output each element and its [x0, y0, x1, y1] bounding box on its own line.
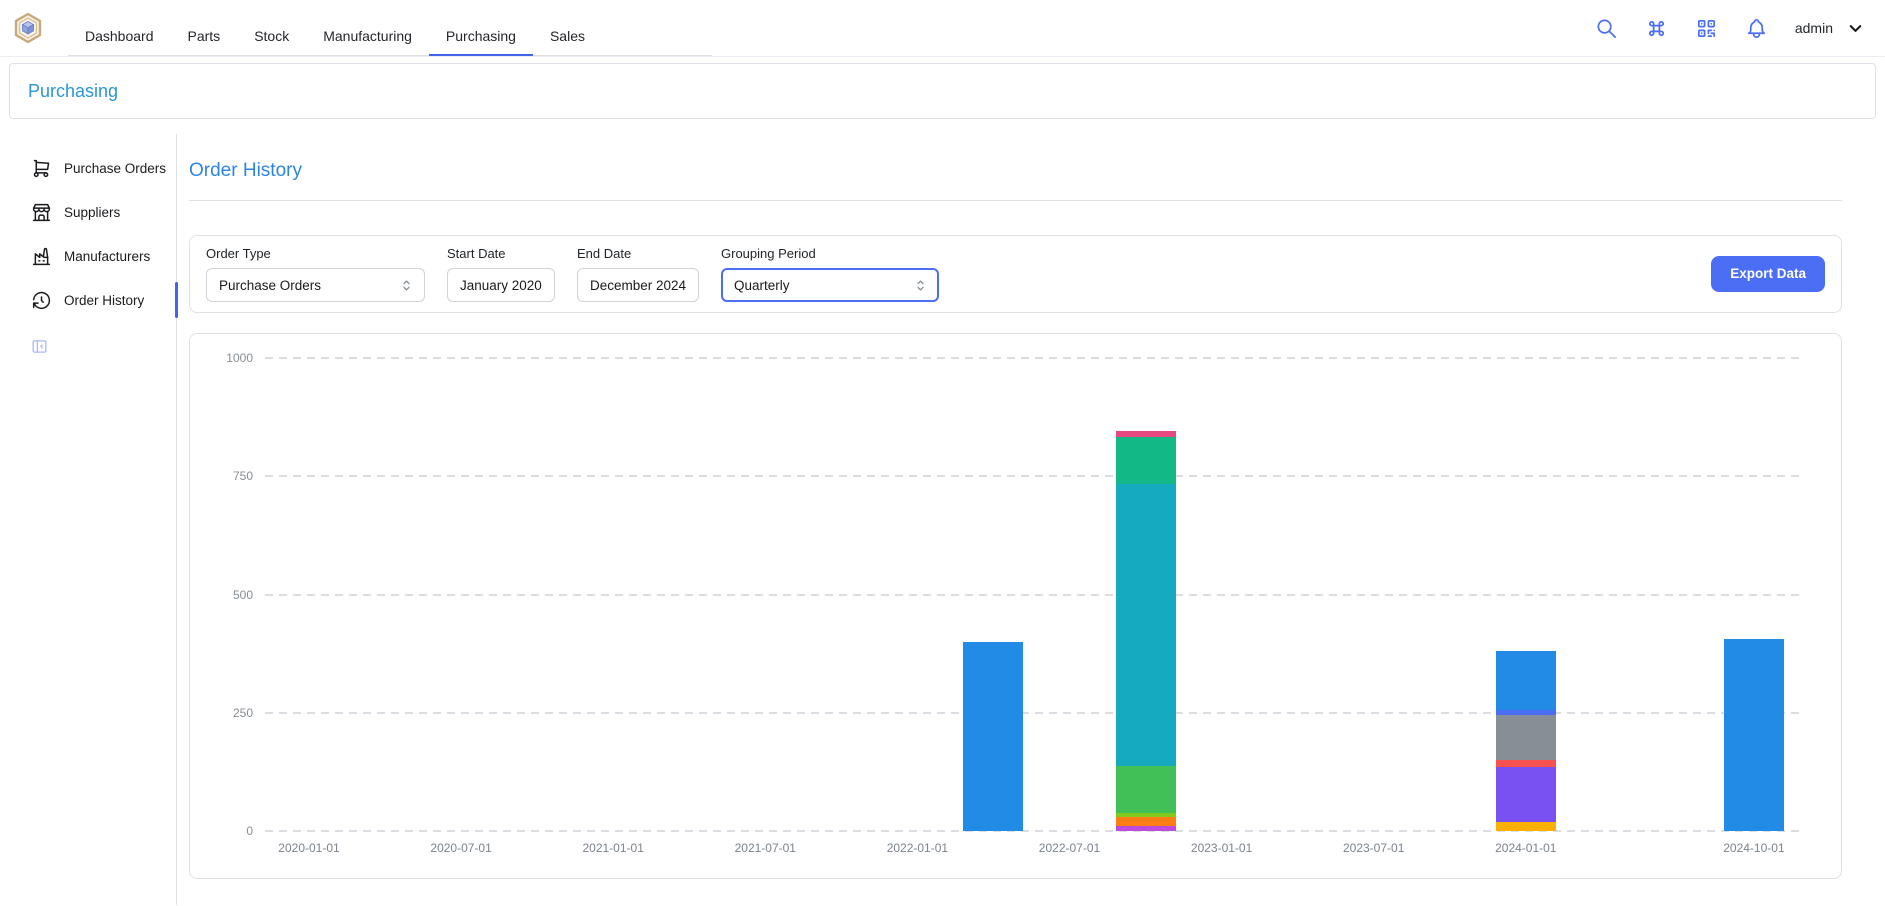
- sidebar-item-order-history[interactable]: Order History: [0, 278, 176, 322]
- bar-segment-2022-10-01-4: [1116, 484, 1176, 765]
- user-menu[interactable]: admin: [1795, 19, 1865, 38]
- bar-segment-2022-10-01-3: [1116, 766, 1176, 813]
- filter-grouping-period: Grouping Period Quarterly: [721, 246, 939, 302]
- start-date-input[interactable]: January 2020: [447, 268, 555, 302]
- bar-segment-2022-10-01-5: [1116, 437, 1176, 484]
- tab-parts[interactable]: Parts: [171, 15, 238, 55]
- main-content: Order History Order Type Purchase Orders…: [177, 134, 1885, 905]
- tab-manufacturing[interactable]: Manufacturing: [306, 15, 429, 55]
- tab-dashboard[interactable]: Dashboard: [68, 15, 171, 55]
- y-tick-label-750: 750: [195, 468, 253, 484]
- order-history-chart-plot: 025050075010002020-01-012020-07-012021-0…: [265, 358, 1803, 831]
- nav-tabs: DashboardPartsStockManufacturingPurchasi…: [68, 15, 712, 56]
- building-store-icon: [31, 202, 52, 223]
- x-tick-label-2024-01-01: 2024-01-01: [1476, 841, 1576, 855]
- sidebar-item-label: Manufacturers: [64, 249, 150, 264]
- x-tick-label-2022-07-01: 2022-07-01: [1020, 841, 1120, 855]
- qrcode-scan-icon[interactable]: [1695, 17, 1718, 40]
- page-title[interactable]: Purchasing: [28, 81, 118, 102]
- filter-order-type: Order Type Purchase Orders: [206, 246, 425, 302]
- top-navbar: DashboardPartsStockManufacturingPurchasi…: [0, 0, 1885, 57]
- stacked-bar-2022-10-01[interactable]: [1116, 431, 1176, 831]
- bar-segment-2024-01-01-0: [1496, 822, 1556, 831]
- section-title: Order History: [189, 160, 1842, 182]
- x-tick-label-2023-01-01: 2023-01-01: [1172, 841, 1272, 855]
- sidebar-item-manufacturers[interactable]: Manufacturers: [0, 234, 176, 278]
- stacked-bar-2024-01-01[interactable]: [1496, 651, 1556, 831]
- select-chevrons-icon: [913, 278, 928, 293]
- bar-segment-2024-10-01-0: [1724, 639, 1784, 831]
- x-tick-label-2023-07-01: 2023-07-01: [1324, 841, 1424, 855]
- navbar-actions: admin: [1595, 17, 1865, 40]
- order-type-select[interactable]: Purchase Orders: [206, 268, 425, 302]
- x-tick-label-2024-10-01: 2024-10-01: [1704, 841, 1804, 855]
- sidebar: Purchase Orders Suppliers Manufacturers Ord…: [0, 134, 177, 905]
- y-tick-label-250: 250: [195, 705, 253, 721]
- bar-segment-2022-10-01-1: [1116, 817, 1176, 826]
- end-date-value: December 2024: [590, 278, 686, 293]
- bar-segment-2022-10-01-0: [1116, 826, 1176, 831]
- tab-stock[interactable]: Stock: [237, 15, 306, 55]
- bar-segment-2024-01-01-2: [1496, 760, 1556, 767]
- filter-start-date: Start Date January 2020: [447, 246, 555, 302]
- order-history-chart-panel: 0 250 500 750 1000 2020-01-01 2020-07-01 2021-0…: [189, 333, 1842, 879]
- inventree-logo-icon[interactable]: [12, 12, 44, 44]
- end-date-label: End Date: [577, 246, 699, 261]
- sidebar-item-label: Suppliers: [64, 205, 120, 220]
- x-tick-label-2021-07-01: 2021-07-01: [715, 841, 815, 855]
- grouping-period-value: Quarterly: [734, 278, 790, 293]
- x-tick-label-2022-01-01: 2022-01-01: [867, 841, 967, 855]
- y-tick-label-0: 0: [195, 823, 253, 839]
- y-tick-label-500: 500: [195, 587, 253, 603]
- bar-segment-2024-01-01-1: [1496, 767, 1556, 821]
- bar-segment-2024-01-01-3: [1496, 715, 1556, 760]
- start-date-label: Start Date: [447, 246, 555, 261]
- divider: [189, 200, 1842, 201]
- sidebar-item-label: Order History: [64, 293, 144, 308]
- stacked-bar-2024-10-01[interactable]: [1724, 639, 1784, 831]
- gridline-y-500: [265, 594, 1803, 596]
- grouping-period-select[interactable]: Quarterly: [721, 268, 939, 302]
- gridline-y-0: [265, 830, 1803, 832]
- export-data-button[interactable]: Export Data: [1711, 256, 1825, 292]
- bar-segment-2024-01-01-5: [1496, 651, 1556, 710]
- bell-icon[interactable]: [1745, 17, 1768, 40]
- stacked-bar-2022-04-01[interactable]: [963, 642, 1023, 831]
- sidebar-item-label: Purchase Orders: [64, 161, 166, 176]
- sidebar-items: Purchase Orders Suppliers Manufacturers Ord…: [0, 146, 176, 322]
- command-icon[interactable]: [1645, 17, 1668, 40]
- bar-segment-2022-04-01-0: [963, 642, 1023, 831]
- sidebar-item-purchase-orders[interactable]: Purchase Orders: [0, 146, 176, 190]
- filter-end-date: End Date December 2024: [577, 246, 699, 302]
- x-tick-label-2020-07-01: 2020-07-01: [411, 841, 511, 855]
- building-factory-icon: [31, 246, 52, 267]
- order-type-value: Purchase Orders: [219, 278, 321, 293]
- y-tick-label-1000: 1000: [195, 350, 253, 366]
- x-tick-label-2020-01-01: 2020-01-01: [259, 841, 359, 855]
- grouping-period-label: Grouping Period: [721, 246, 939, 261]
- x-tick-label-2021-01-01: 2021-01-01: [563, 841, 663, 855]
- order-type-label: Order Type: [206, 246, 425, 261]
- gridline-y-1000: [265, 357, 1803, 359]
- search-icon[interactable]: [1595, 17, 1618, 40]
- start-date-value: January 2020: [460, 278, 542, 293]
- end-date-input[interactable]: December 2024: [577, 268, 699, 302]
- filter-panel: Order Type Purchase Orders Start Date Ja…: [189, 235, 1842, 313]
- sidebar-item-suppliers[interactable]: Suppliers: [0, 190, 176, 234]
- tab-purchasing[interactable]: Purchasing: [429, 15, 533, 56]
- page-header: Purchasing: [9, 63, 1876, 119]
- select-chevrons-icon: [399, 278, 414, 293]
- chevron-down-icon: [1846, 19, 1865, 38]
- tab-sales[interactable]: Sales: [533, 15, 602, 55]
- shopping-cart-icon: [31, 158, 52, 179]
- gridline-y-250: [265, 712, 1803, 714]
- sidebar-collapse-icon[interactable]: [31, 338, 48, 355]
- gridline-y-750: [265, 475, 1803, 477]
- user-name: admin: [1795, 20, 1833, 36]
- history-clock-icon: [31, 290, 52, 311]
